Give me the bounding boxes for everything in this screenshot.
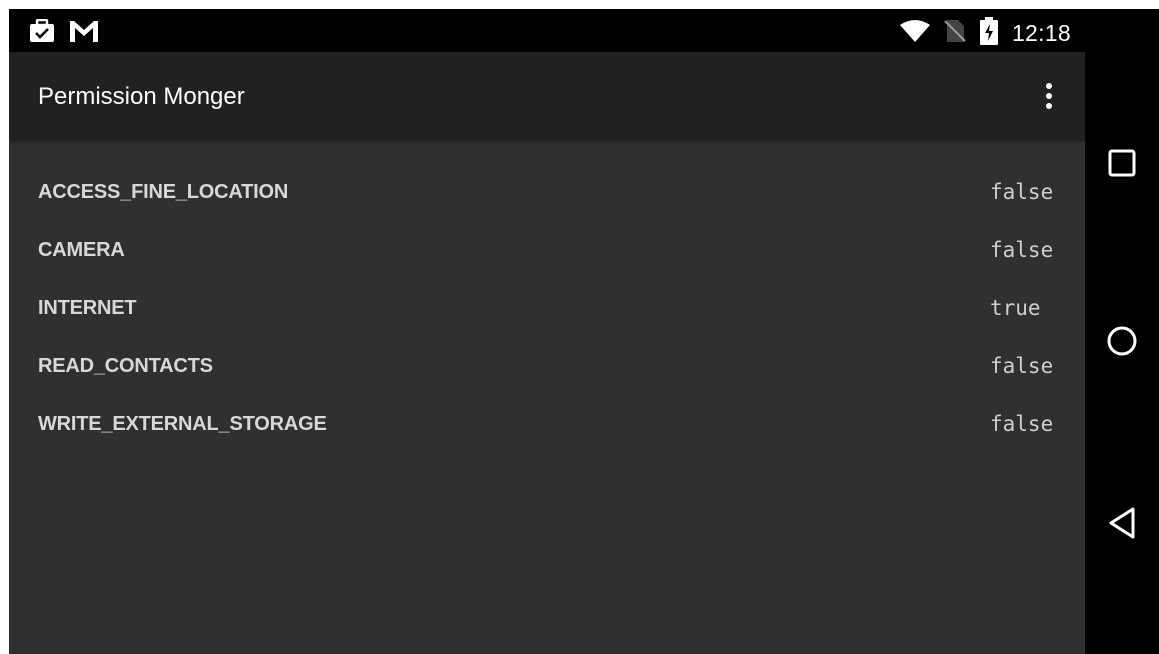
back-button[interactable] <box>1106 507 1138 539</box>
battery-charging-icon <box>979 17 998 50</box>
permission-row[interactable]: INTERNET true <box>9 280 1085 338</box>
permission-list-container: ACCESS_FINE_LOCATION false CAMERA false … <box>9 139 1085 654</box>
recents-button[interactable] <box>1106 147 1138 179</box>
permission-row[interactable]: READ_CONTACTS false <box>9 338 1085 396</box>
status-bar: 12:18 <box>9 9 1085 52</box>
overflow-menu-button[interactable] <box>1039 78 1059 114</box>
back-icon <box>1109 507 1135 539</box>
permission-row[interactable]: ACCESS_FINE_LOCATION false <box>9 164 1085 222</box>
permission-name: CAMERA <box>38 239 125 261</box>
permission-value: false <box>990 238 1054 262</box>
app-title: Permission Monger <box>38 83 245 110</box>
permission-row[interactable]: WRITE_EXTERNAL_STORAGE false <box>9 396 1085 454</box>
app-bar: Permission Monger <box>9 52 1085 139</box>
permission-value: false <box>990 354 1054 378</box>
permission-name: WRITE_EXTERNAL_STORAGE <box>38 413 327 435</box>
permission-name: INTERNET <box>38 297 137 319</box>
more-vert-icon-dot <box>1046 103 1052 109</box>
permission-value: true <box>990 296 1041 320</box>
permission-list: ACCESS_FINE_LOCATION false CAMERA false … <box>9 139 1085 454</box>
recents-icon <box>1108 149 1136 177</box>
no-sim-icon <box>944 19 966 48</box>
navigation-bar <box>1085 52 1159 654</box>
gmail-icon <box>69 19 99 48</box>
status-left-icons <box>29 18 99 48</box>
permission-row[interactable]: CAMERA false <box>9 222 1085 280</box>
status-right-icons: 12:18 <box>899 17 1071 50</box>
home-button[interactable] <box>1106 325 1138 357</box>
wifi-icon <box>899 20 930 47</box>
status-clock: 12:18 <box>1011 20 1071 46</box>
briefcase-check-icon <box>29 18 55 48</box>
permission-name: READ_CONTACTS <box>38 355 213 377</box>
permission-name: ACCESS_FINE_LOCATION <box>38 181 289 203</box>
more-vert-icon-dot <box>1046 93 1052 99</box>
more-vert-icon-dot <box>1046 83 1052 89</box>
permission-value: false <box>990 412 1054 436</box>
home-icon <box>1107 326 1137 356</box>
permission-value: false <box>990 180 1054 204</box>
device-screen: 12:18 Permission Monger ACCESS_FINE_LOCA… <box>9 9 1159 654</box>
